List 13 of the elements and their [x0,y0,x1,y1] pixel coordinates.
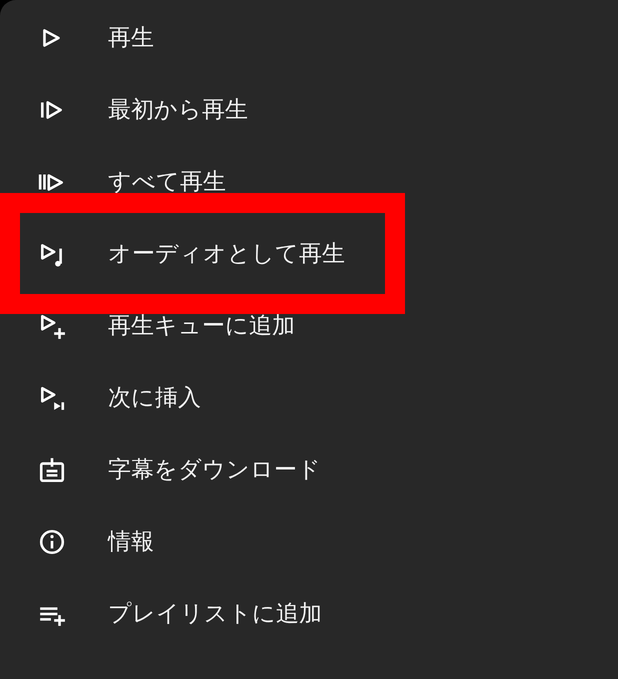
menu-item[interactable]: プレイリストに追加 [0,578,618,650]
menu-item[interactable]: 情報 [0,506,618,578]
play-next-icon [38,384,66,412]
download-box-icon [38,456,66,484]
menu-item[interactable]: 再生 [0,2,618,74]
menu-item[interactable]: 次に挿入 [0,362,618,434]
menu-item[interactable]: オーディオとして再生 [0,218,618,290]
menu-item[interactable]: すべて再生 [0,146,618,218]
menu-item[interactable]: 最初から再生 [0,74,618,146]
menu-item[interactable]: 再生キューに追加 [0,290,618,362]
play-plus-icon [38,312,66,340]
info-icon [38,528,66,556]
menu-item[interactable]: 字幕をダウンロード [0,434,618,506]
